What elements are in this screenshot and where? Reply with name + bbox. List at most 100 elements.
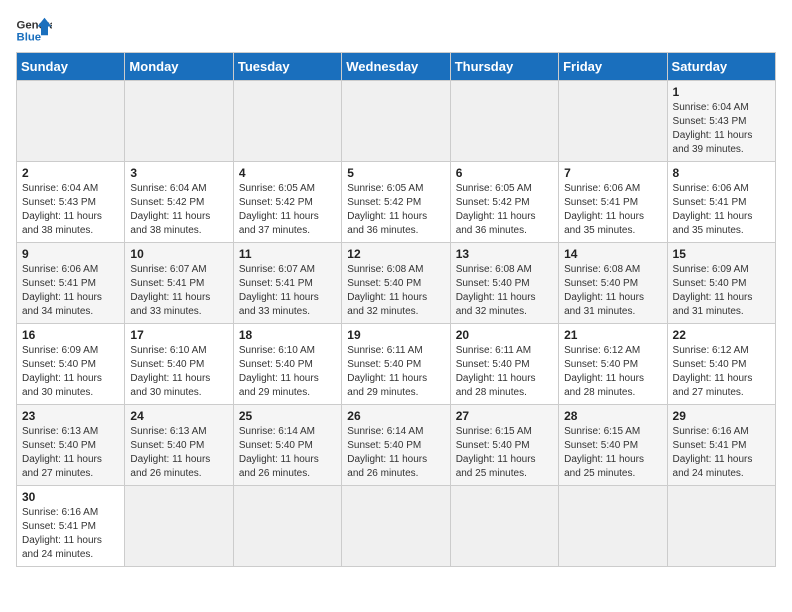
col-header-sunday: Sunday	[17, 53, 125, 81]
calendar-cell: 24Sunrise: 6:13 AM Sunset: 5:40 PM Dayli…	[125, 405, 233, 486]
day-number: 18	[239, 328, 336, 342]
calendar-cell	[450, 486, 558, 567]
logo-icon: General Blue	[16, 16, 52, 44]
calendar-cell: 5 Sunrise: 6:05 AM Sunset: 5:42 PM Daylig…	[342, 162, 450, 243]
calendar-cell: 30Sunrise: 6:16 AM Sunset: 5:41 PM Dayli…	[17, 486, 125, 567]
calendar-cell	[125, 81, 233, 162]
day-info: Sunrise: 6:06 AM Sunset: 5:41 PM Dayligh…	[564, 182, 661, 238]
calendar-cell: 21 Sunrise: 6:12 AM Sunset: 5:40 PM Dayli…	[559, 324, 667, 405]
calendar-cell: 23 Sunrise: 6:13 AM Sunset: 5:40 PM Dayli…	[17, 405, 125, 486]
day-number: 2	[22, 166, 119, 180]
calendar-cell: 1 Sunrise: 6:04 AM Sunset: 5:43 PM Daylig…	[667, 81, 775, 162]
calendar-cell	[233, 486, 341, 567]
calendar-cell: 22 Sunrise: 6:12 AM Sunset: 5:40 PM Dayli…	[667, 324, 775, 405]
day-info: Sunrise: 6:09 AM Sunset: 5:40 PM Dayligh…	[22, 344, 119, 400]
day-number: 9	[22, 247, 119, 261]
header-row: SundayMondayTuesdayWednesdayThursdayFrid…	[17, 53, 776, 81]
calendar-week-5: 30Sunrise: 6:16 AM Sunset: 5:41 PM Dayli…	[17, 486, 776, 567]
svg-text:Blue: Blue	[17, 32, 42, 44]
day-info: Sunrise: 6:08 AM Sunset: 5:40 PM Dayligh…	[564, 263, 661, 319]
day-number: 23	[22, 409, 119, 423]
day-number: 15	[673, 247, 770, 261]
day-info: Sunrise: 6:12 AM Sunset: 5:40 PM Dayligh…	[673, 344, 770, 400]
calendar-cell: 25Sunrise: 6:14 AM Sunset: 5:40 PM Dayli…	[233, 405, 341, 486]
calendar-cell: 9 Sunrise: 6:06 AM Sunset: 5:41 PM Daylig…	[17, 243, 125, 324]
day-number: 5	[347, 166, 444, 180]
col-header-monday: Monday	[125, 53, 233, 81]
day-info: Sunrise: 6:07 AM Sunset: 5:41 PM Dayligh…	[130, 263, 227, 319]
page-header: General Blue	[16, 16, 776, 44]
day-info: Sunrise: 6:09 AM Sunset: 5:40 PM Dayligh…	[673, 263, 770, 319]
day-info: Sunrise: 6:04 AM Sunset: 5:43 PM Dayligh…	[673, 101, 770, 157]
day-info: Sunrise: 6:05 AM Sunset: 5:42 PM Dayligh…	[347, 182, 444, 238]
day-number: 14	[564, 247, 661, 261]
calendar-cell: 7 Sunrise: 6:06 AM Sunset: 5:41 PM Daylig…	[559, 162, 667, 243]
day-number: 22	[673, 328, 770, 342]
day-number: 26	[347, 409, 444, 423]
calendar-cell: 16 Sunrise: 6:09 AM Sunset: 5:40 PM Dayli…	[17, 324, 125, 405]
day-number: 7	[564, 166, 661, 180]
day-number: 8	[673, 166, 770, 180]
day-info: Sunrise: 6:10 AM Sunset: 5:40 PM Dayligh…	[239, 344, 336, 400]
calendar-cell: 2 Sunrise: 6:04 AM Sunset: 5:43 PM Daylig…	[17, 162, 125, 243]
day-number: 27	[456, 409, 553, 423]
calendar-cell: 18 Sunrise: 6:10 AM Sunset: 5:40 PM Dayli…	[233, 324, 341, 405]
calendar-cell: 29Sunrise: 6:16 AM Sunset: 5:41 PM Dayli…	[667, 405, 775, 486]
day-info: Sunrise: 6:05 AM Sunset: 5:42 PM Dayligh…	[239, 182, 336, 238]
day-info: Sunrise: 6:06 AM Sunset: 5:41 PM Dayligh…	[673, 182, 770, 238]
day-number: 20	[456, 328, 553, 342]
day-number: 12	[347, 247, 444, 261]
col-header-tuesday: Tuesday	[233, 53, 341, 81]
day-info: Sunrise: 6:14 AM Sunset: 5:40 PM Dayligh…	[347, 425, 444, 481]
calendar-week-1: 2 Sunrise: 6:04 AM Sunset: 5:43 PM Daylig…	[17, 162, 776, 243]
calendar-cell: 10Sunrise: 6:07 AM Sunset: 5:41 PM Dayli…	[125, 243, 233, 324]
day-info: Sunrise: 6:16 AM Sunset: 5:41 PM Dayligh…	[673, 425, 770, 481]
day-info: Sunrise: 6:08 AM Sunset: 5:40 PM Dayligh…	[456, 263, 553, 319]
calendar-week-3: 16 Sunrise: 6:09 AM Sunset: 5:40 PM Dayli…	[17, 324, 776, 405]
day-number: 28	[564, 409, 661, 423]
calendar-week-2: 9 Sunrise: 6:06 AM Sunset: 5:41 PM Daylig…	[17, 243, 776, 324]
calendar-cell: 8 Sunrise: 6:06 AM Sunset: 5:41 PM Daylig…	[667, 162, 775, 243]
calendar-cell: 17Sunrise: 6:10 AM Sunset: 5:40 PM Dayli…	[125, 324, 233, 405]
calendar-cell	[667, 486, 775, 567]
day-info: Sunrise: 6:07 AM Sunset: 5:41 PM Dayligh…	[239, 263, 336, 319]
day-number: 30	[22, 490, 119, 504]
day-info: Sunrise: 6:15 AM Sunset: 5:40 PM Dayligh…	[564, 425, 661, 481]
calendar-cell: 6Sunrise: 6:05 AM Sunset: 5:42 PM Daylig…	[450, 162, 558, 243]
calendar-cell: 15 Sunrise: 6:09 AM Sunset: 5:40 PM Dayli…	[667, 243, 775, 324]
calendar-cell	[450, 81, 558, 162]
calendar-cell: 28 Sunrise: 6:15 AM Sunset: 5:40 PM Dayli…	[559, 405, 667, 486]
day-number: 16	[22, 328, 119, 342]
calendar-cell: 27 Sunrise: 6:15 AM Sunset: 5:40 PM Dayli…	[450, 405, 558, 486]
calendar-week-0: 1 Sunrise: 6:04 AM Sunset: 5:43 PM Daylig…	[17, 81, 776, 162]
day-info: Sunrise: 6:04 AM Sunset: 5:43 PM Dayligh…	[22, 182, 119, 238]
col-header-wednesday: Wednesday	[342, 53, 450, 81]
day-info: Sunrise: 6:11 AM Sunset: 5:40 PM Dayligh…	[347, 344, 444, 400]
day-number: 1	[673, 85, 770, 99]
calendar-cell	[559, 486, 667, 567]
calendar-cell: 3Sunrise: 6:04 AM Sunset: 5:42 PM Daylig…	[125, 162, 233, 243]
day-info: Sunrise: 6:08 AM Sunset: 5:40 PM Dayligh…	[347, 263, 444, 319]
calendar-cell	[125, 486, 233, 567]
calendar-cell: 19 Sunrise: 6:11 AM Sunset: 5:40 PM Dayli…	[342, 324, 450, 405]
calendar-table: SundayMondayTuesdayWednesdayThursdayFrid…	[16, 52, 776, 567]
calendar-cell: 14 Sunrise: 6:08 AM Sunset: 5:40 PM Dayli…	[559, 243, 667, 324]
day-info: Sunrise: 6:13 AM Sunset: 5:40 PM Dayligh…	[22, 425, 119, 481]
day-info: Sunrise: 6:06 AM Sunset: 5:41 PM Dayligh…	[22, 263, 119, 319]
day-info: Sunrise: 6:11 AM Sunset: 5:40 PM Dayligh…	[456, 344, 553, 400]
day-number: 24	[130, 409, 227, 423]
day-info: Sunrise: 6:10 AM Sunset: 5:40 PM Dayligh…	[130, 344, 227, 400]
col-header-friday: Friday	[559, 53, 667, 81]
calendar-cell	[17, 81, 125, 162]
day-info: Sunrise: 6:12 AM Sunset: 5:40 PM Dayligh…	[564, 344, 661, 400]
day-info: Sunrise: 6:15 AM Sunset: 5:40 PM Dayligh…	[456, 425, 553, 481]
day-number: 21	[564, 328, 661, 342]
calendar-week-4: 23 Sunrise: 6:13 AM Sunset: 5:40 PM Dayli…	[17, 405, 776, 486]
calendar-cell	[342, 81, 450, 162]
calendar-cell	[342, 486, 450, 567]
calendar-cell: 20 Sunrise: 6:11 AM Sunset: 5:40 PM Dayli…	[450, 324, 558, 405]
calendar-cell: 13Sunrise: 6:08 AM Sunset: 5:40 PM Dayli…	[450, 243, 558, 324]
day-number: 11	[239, 247, 336, 261]
day-number: 19	[347, 328, 444, 342]
col-header-saturday: Saturday	[667, 53, 775, 81]
